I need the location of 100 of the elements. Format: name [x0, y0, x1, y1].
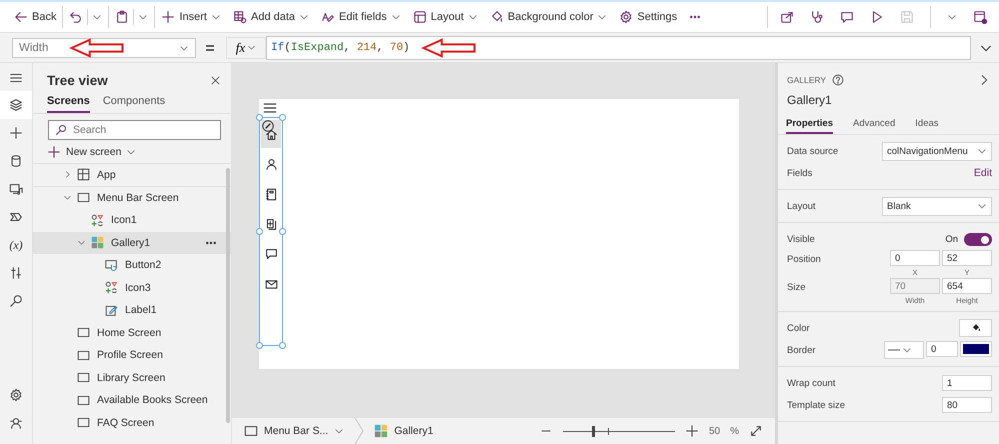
- undo-icon: [69, 10, 84, 24]
- paint-bucket-icon: [490, 10, 504, 24]
- tab[interactable]: Advanced: [853, 115, 896, 134]
- add-data-button[interactable]: Add data: [226, 6, 316, 28]
- chevron-down-icon: [247, 43, 256, 52]
- dropdown[interactable]: colNavigationMenu: [882, 142, 992, 160]
- zoom-unit: %: [730, 426, 739, 436]
- layout-button[interactable]: Layout: [406, 6, 484, 28]
- brush-icon: [9, 210, 23, 224]
- tree-item[interactable]: Button2: [33, 254, 231, 276]
- icons-icon: [91, 214, 104, 227]
- chat-icon: [264, 248, 278, 260]
- screen-icon: [77, 191, 90, 204]
- plus-icon: [161, 10, 176, 24]
- tree-item[interactable]: Available Books Screen: [33, 389, 231, 412]
- function-button[interactable]: fx: [226, 36, 266, 58]
- insert-button[interactable]: Insert: [155, 6, 227, 28]
- edit-icon[interactable]: [262, 120, 274, 132]
- property-label: Wrap count: [787, 378, 836, 388]
- control-name: Gallery1: [787, 93, 833, 107]
- person-icon: [264, 158, 278, 170]
- tree-item[interactable]: Gallery1: [33, 232, 231, 254]
- border-width-field[interactable]: 0: [926, 341, 958, 357]
- new-screen-button[interactable]: New screen: [47, 143, 136, 161]
- dropdown[interactable]: Blank: [882, 196, 992, 216]
- resize-handle[interactable]: [279, 114, 286, 121]
- rail-button[interactable]: [0, 91, 32, 119]
- settings-icon[interactable]: [9, 388, 23, 402]
- menu-icon[interactable]: [9, 71, 23, 85]
- media-icon: [9, 182, 23, 196]
- tree-item[interactable]: FAQ Screen: [33, 412, 231, 434]
- gallery-icon: [374, 424, 388, 438]
- number-field[interactable]: 80: [942, 397, 992, 413]
- border-style-dropdown[interactable]: [884, 341, 924, 359]
- comment-icon[interactable]: [840, 10, 854, 24]
- share-icon[interactable]: [780, 10, 794, 24]
- tree-item[interactable]: Home Screen: [33, 322, 231, 344]
- resize-handle[interactable]: [256, 114, 263, 121]
- tab[interactable]: Components: [102, 92, 166, 113]
- variables-button[interactable]: (x): [0, 231, 32, 259]
- tree-item[interactable]: Menu Bar Screen: [33, 186, 231, 209]
- number-field[interactable]: 52: [942, 250, 992, 266]
- help-icon[interactable]: [832, 74, 844, 86]
- close-icon[interactable]: [210, 75, 221, 86]
- toggle-switch[interactable]: [964, 232, 992, 246]
- number-field[interactable]: 1: [942, 375, 992, 391]
- property-label: Template size: [787, 400, 846, 410]
- tab[interactable]: Screens: [47, 92, 90, 113]
- property-label: Data source: [787, 146, 838, 156]
- app-icon: [77, 168, 90, 182]
- chevron-right-icon[interactable]: [63, 170, 72, 180]
- tab[interactable]: Ideas: [915, 115, 939, 134]
- screen-selector[interactable]: Menu Bar S...: [244, 424, 344, 438]
- zoom-in-icon[interactable]: [684, 424, 699, 438]
- screen-icon: [77, 371, 90, 384]
- plus-icon: [9, 126, 23, 140]
- resize-handle[interactable]: [256, 342, 263, 349]
- property-label: Border: [787, 344, 816, 356]
- slider-thumb[interactable]: [592, 426, 596, 436]
- settings-icon: [619, 10, 634, 24]
- tree-item[interactable]: Icon3: [33, 276, 231, 299]
- tree-item[interactable]: Profile Screen: [33, 344, 231, 366]
- resize-handle[interactable]: [279, 228, 286, 235]
- arrow-left-icon: [14, 10, 28, 24]
- tree-item[interactable]: Library Screen: [33, 366, 231, 389]
- menu-icon: [262, 101, 278, 115]
- border-color-picker[interactable]: [960, 341, 992, 357]
- edit-link[interactable]: Edit: [974, 167, 992, 179]
- tree-item[interactable]: Icon1: [33, 209, 231, 232]
- search-field[interactable]: Search: [48, 120, 221, 140]
- property-dropdown[interactable]: Width: [12, 38, 196, 58]
- robot-icon[interactable]: [9, 416, 23, 430]
- settings-button[interactable]: Settings: [613, 6, 684, 28]
- property-label: Visible: [787, 234, 815, 244]
- control-breadcrumb[interactable]: Gallery1: [374, 424, 434, 438]
- color-picker[interactable]: [959, 319, 992, 337]
- edit-fields-button[interactable]: Edit fields: [315, 6, 407, 28]
- property-label: Color: [787, 322, 810, 334]
- property-label: Fields: [787, 168, 812, 178]
- resize-handle[interactable]: [279, 342, 286, 349]
- property-label: Size: [787, 282, 806, 293]
- fit-to-window-icon[interactable]: [749, 424, 763, 438]
- app-checker-icon[interactable]: [973, 10, 987, 24]
- tree-item[interactable]: Label1: [33, 299, 231, 322]
- number-field[interactable]: 654: [942, 278, 992, 294]
- formula-field[interactable]: If(IsExpand, 214, 70): [266, 36, 971, 60]
- background-color-button[interactable]: Background color: [484, 6, 614, 28]
- edit-fields-icon: [321, 10, 336, 24]
- layers-icon: [9, 98, 23, 112]
- play-icon[interactable]: [870, 10, 884, 24]
- back-button[interactable]: Back: [8, 6, 64, 28]
- gallery-selection[interactable]: [259, 117, 283, 346]
- tab[interactable]: Properties: [786, 115, 833, 134]
- label-icon: [105, 304, 118, 317]
- zoom-value: 50: [708, 426, 720, 436]
- stethoscope-icon[interactable]: [810, 10, 824, 24]
- number-field[interactable]: 0: [890, 250, 940, 266]
- resize-handle[interactable]: [256, 228, 263, 235]
- layout-icon: [412, 10, 427, 24]
- gallery-icon: [91, 236, 104, 250]
